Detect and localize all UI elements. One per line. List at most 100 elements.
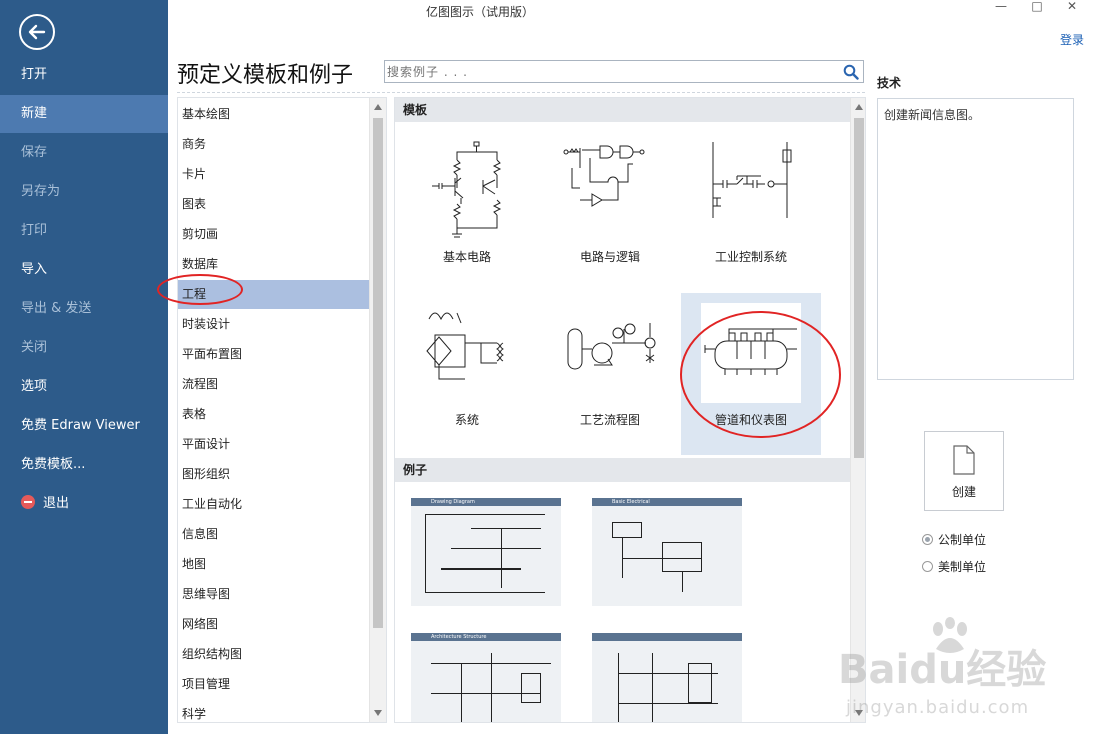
example-thumbnail[interactable]: Basic Electrical — [592, 498, 742, 606]
category-graphic-organizer[interactable]: 图形组织 — [178, 460, 369, 489]
category-form[interactable]: 表格 — [178, 400, 369, 429]
category-scrollbar[interactable] — [369, 98, 386, 722]
example-line — [618, 703, 718, 704]
menu-free-templates[interactable]: 免费模板... — [0, 446, 168, 484]
menu-options[interactable]: 选项 — [0, 368, 168, 406]
category-org-chart[interactable]: 组织结构图 — [178, 640, 369, 669]
example-line — [612, 522, 642, 538]
example-line — [441, 568, 521, 570]
search-icon[interactable] — [843, 64, 859, 80]
system-thumbnail — [417, 303, 517, 403]
backstage-sidebar: 打开 新建 保存 另存为 打印 导入 导出 & 发送 关闭 选项 免费 Edra… — [0, 0, 168, 734]
category-business[interactable]: 商务 — [178, 130, 369, 159]
unit-metric-option[interactable]: 公制单位 — [922, 531, 986, 548]
category-chart[interactable]: 图表 — [178, 190, 369, 219]
page-title: 预定义模板和例子 — [177, 63, 354, 88]
annotation-ellipse-category — [157, 274, 243, 305]
window-title: 亿图图示（试用版） — [425, 5, 534, 19]
scroll-up-icon[interactable] — [374, 104, 382, 110]
example-line — [425, 514, 426, 592]
header-divider — [177, 92, 865, 93]
category-basic-drawing[interactable]: 基本绘图 — [178, 100, 369, 129]
example-line — [501, 528, 502, 588]
example-thumbnail[interactable]: Drawing Diagram — [411, 498, 561, 606]
watermark-url: jingyan.baidu.com — [846, 697, 1030, 718]
examples-header: 例子 — [395, 458, 850, 482]
example-thumbnail[interactable] — [592, 633, 742, 722]
scroll-up-icon[interactable] — [855, 104, 863, 110]
category-network[interactable]: 网络图 — [178, 610, 369, 639]
scroll-thumb[interactable] — [854, 118, 864, 458]
category-map[interactable]: 地图 — [178, 550, 369, 579]
search-box — [384, 60, 864, 83]
description-box: 创建新闻信息图。 — [877, 98, 1074, 380]
menu-exit-label: 退出 — [43, 496, 70, 511]
template-label: 工业控制系统 — [714, 250, 787, 264]
menu-close[interactable]: 关闭 — [0, 329, 168, 367]
category-flowchart[interactable]: 流程图 — [178, 370, 369, 399]
back-button[interactable] — [19, 14, 55, 50]
template-basic-circuit[interactable]: 基本电路 — [397, 130, 537, 292]
example-line — [652, 653, 653, 722]
circuit-logic-thumbnail — [560, 140, 660, 240]
menu-export-send[interactable]: 导出 & 发送 — [0, 290, 168, 328]
category-graphic-design[interactable]: 平面设计 — [178, 430, 369, 459]
search-input[interactable] — [387, 63, 827, 80]
template-industrial-control[interactable]: 工业控制系统 — [681, 130, 821, 292]
annotation-ellipse-template — [680, 311, 841, 438]
category-clipart[interactable]: 剪切画 — [178, 220, 369, 249]
example-thumbnail[interactable]: Architecture Structure — [411, 633, 561, 722]
example-line — [451, 548, 541, 549]
category-fashion-design[interactable]: 时装设计 — [178, 310, 369, 339]
radio-checked-icon[interactable] — [922, 534, 933, 545]
template-system[interactable]: 系统 — [397, 293, 537, 455]
example-banner: Basic Electrical — [592, 498, 742, 506]
menu-new[interactable]: 新建 — [0, 95, 168, 133]
unit-us-label: 美制单位 — [938, 560, 987, 574]
example-line — [662, 542, 702, 572]
template-label: 电路与逻辑 — [579, 250, 640, 264]
example-line — [471, 528, 541, 529]
menu-exit[interactable]: 退出 — [0, 485, 168, 523]
category-infographic[interactable]: 信息图 — [178, 520, 369, 549]
template-process-flow[interactable]: 工艺流程图 — [540, 293, 680, 455]
process-flow-thumbnail — [560, 303, 660, 403]
unit-us-option[interactable]: 美制单位 — [922, 558, 986, 575]
example-banner: Drawing Diagram — [411, 498, 561, 506]
baidu-watermark: Baidu经验 jingyan.baidu.com — [838, 617, 1088, 729]
category-science[interactable]: 科学 — [178, 700, 369, 722]
industrial-control-thumbnail — [701, 140, 801, 240]
close-button[interactable]: ✕ — [1057, 0, 1087, 17]
menu-print[interactable]: 打印 — [0, 212, 168, 250]
category-industrial-automation[interactable]: 工业自动化 — [178, 490, 369, 519]
menu-import[interactable]: 导入 — [0, 251, 168, 289]
category-floor-plan[interactable]: 平面布置图 — [178, 340, 369, 369]
example-line — [688, 663, 712, 703]
category-mind-map[interactable]: 思维导图 — [178, 580, 369, 609]
maximize-button[interactable]: □ — [1022, 0, 1052, 17]
templates-header: 模板 — [395, 98, 850, 122]
menu-free-viewer[interactable]: 免费 Edraw Viewer — [0, 407, 168, 445]
category-card[interactable]: 卡片 — [178, 160, 369, 189]
menu-save-as[interactable]: 另存为 — [0, 173, 168, 211]
scroll-thumb[interactable] — [373, 118, 383, 628]
menu-save[interactable]: 保存 — [0, 134, 168, 172]
radio-unchecked-icon[interactable] — [922, 561, 933, 572]
scroll-down-icon[interactable] — [374, 710, 382, 716]
create-button[interactable]: 创建 — [924, 431, 1004, 511]
template-circuit-logic[interactable]: 电路与逻辑 — [540, 130, 680, 292]
minimize-button[interactable]: — — [986, 0, 1016, 17]
example-line — [491, 653, 492, 722]
example-banner — [592, 633, 742, 641]
category-project-management[interactable]: 项目管理 — [178, 670, 369, 699]
login-link[interactable]: 登录 — [1060, 31, 1084, 48]
exit-icon — [21, 495, 35, 509]
menu-open[interactable]: 打开 — [0, 56, 168, 94]
unit-metric-label: 公制单位 — [938, 533, 987, 547]
template-label: 基本电路 — [442, 250, 491, 264]
create-label: 创建 — [951, 485, 976, 499]
watermark-logo: Baidu经验 — [838, 647, 1047, 693]
example-line — [618, 653, 619, 722]
example-line — [425, 592, 545, 593]
example-line — [521, 673, 541, 703]
